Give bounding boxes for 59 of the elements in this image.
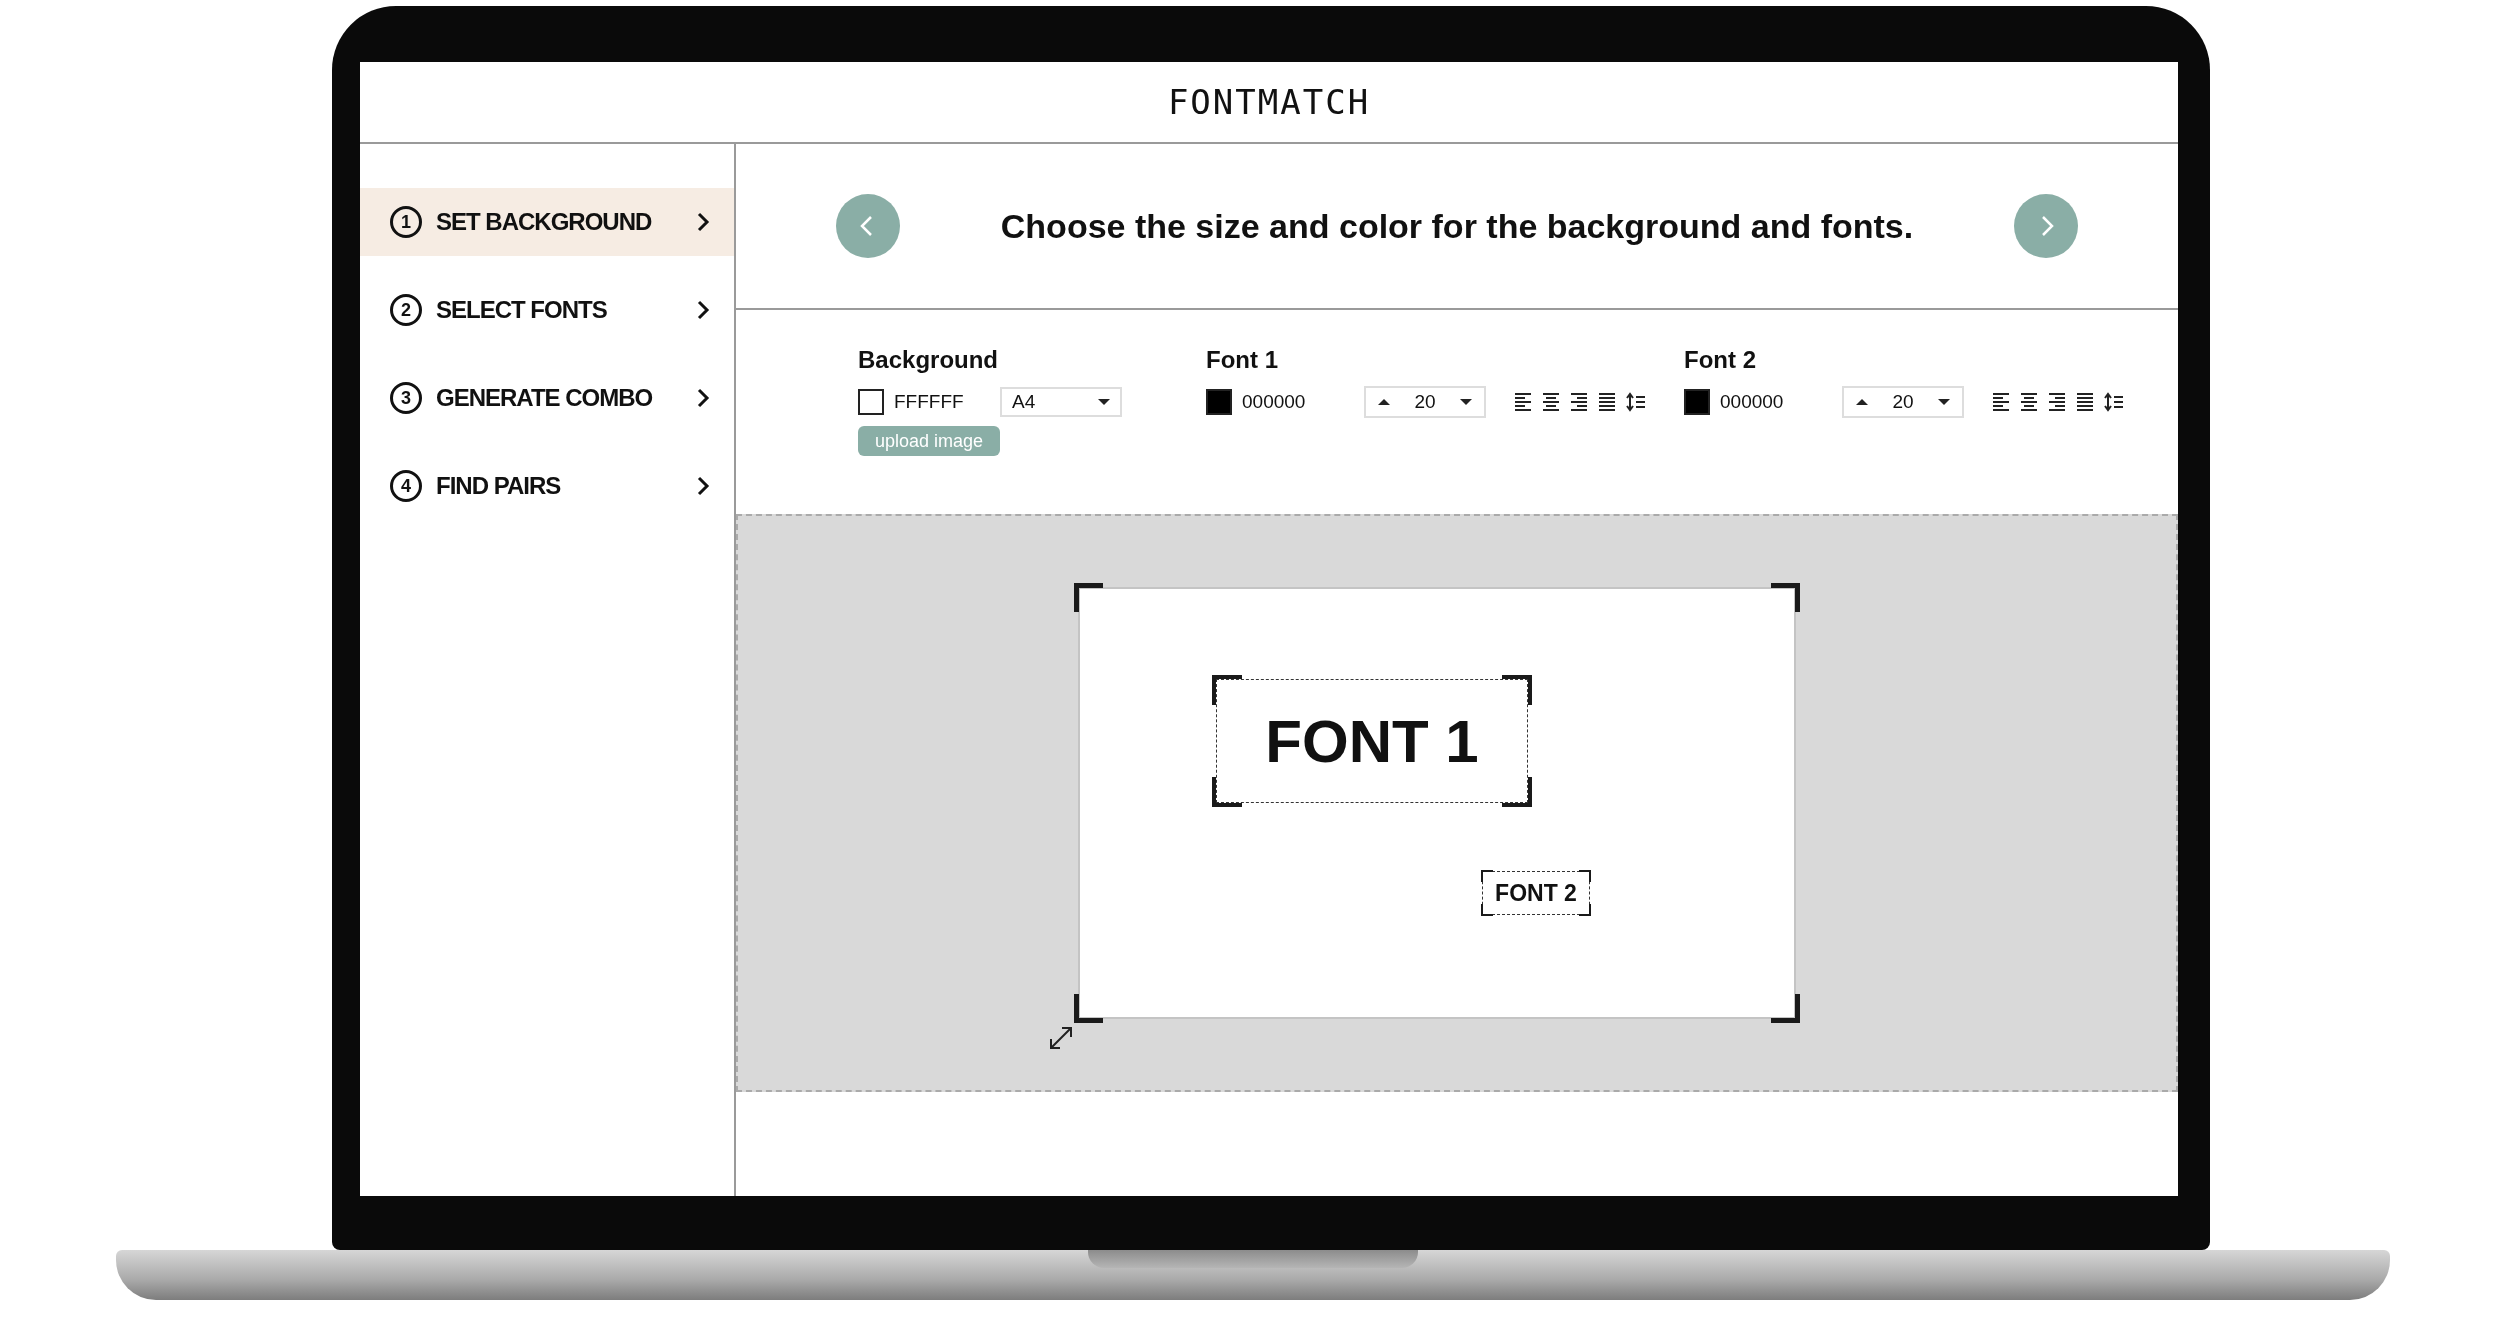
align-left-icon[interactable] [1992, 392, 2010, 412]
group-label: Font 2 [1684, 346, 1757, 374]
corner-handle-icon[interactable] [1212, 675, 1242, 705]
align-justify-icon[interactable] [2076, 392, 2094, 412]
align-right-icon[interactable] [2048, 392, 2066, 412]
step-label: SELECT FONTS [436, 296, 608, 324]
color-swatch[interactable] [1206, 389, 1232, 415]
step-label: GENERATE COMBO [436, 384, 654, 412]
sidebar-item[interactable]: 3 GENERATE COMBO [360, 364, 734, 432]
color-hex-value: 000000 [1720, 391, 1785, 413]
step-number: 1 [390, 206, 422, 238]
step-label: SET BACKGROUND [436, 208, 653, 236]
chevron-right-icon [696, 211, 710, 233]
step-label: FIND PAIRS [436, 472, 562, 500]
corner-handle-icon[interactable] [1502, 777, 1532, 807]
sidebar-item[interactable]: 1 SET BACKGROUND [360, 188, 734, 256]
corner-handle-icon[interactable] [1212, 777, 1242, 807]
chevron-right-icon [696, 475, 710, 497]
group-label: Font 1 [1206, 346, 1279, 374]
sidebar-item[interactable]: 4 FIND PAIRS [360, 452, 734, 520]
caret-up-icon [1856, 399, 1868, 405]
step-number: 2 [390, 294, 422, 326]
color-swatch[interactable] [858, 389, 884, 415]
instruction-text: Choose the size and color for the background and fonts. [999, 206, 1915, 246]
step-number: 4 [390, 470, 422, 502]
caret-icon [1098, 399, 1110, 405]
corner-handle-icon[interactable] [1074, 583, 1103, 612]
corner-handle-icon[interactable] [1771, 994, 1800, 1023]
align-center-icon[interactable] [1542, 392, 1560, 412]
group-label: Background [858, 346, 999, 374]
align-justify-icon[interactable] [1598, 392, 1616, 412]
paper-size-dropdown[interactable]: A4 [1000, 387, 1122, 417]
caret-up-icon [1378, 399, 1390, 405]
corner-handle-icon[interactable] [1481, 904, 1493, 916]
corner-handle-icon[interactable] [1074, 994, 1103, 1023]
color-swatch[interactable] [1684, 389, 1710, 415]
text-box[interactable]: FONT 2 [1482, 871, 1590, 915]
chevron-right-icon [696, 299, 710, 321]
align-center-icon[interactable] [2020, 392, 2038, 412]
app-title: FONTMATCH [1167, 82, 1371, 122]
corner-handle-icon[interactable] [1502, 675, 1532, 705]
corner-handle-icon[interactable] [1579, 904, 1591, 916]
resize-arrow-icon[interactable] [1048, 1025, 1074, 1051]
align-right-icon[interactable] [1570, 392, 1588, 412]
align-left-icon[interactable] [1514, 392, 1532, 412]
font-size-stepper[interactable]: 20 [1364, 386, 1486, 418]
corner-handle-icon[interactable] [1481, 870, 1493, 882]
chevron-right-icon [696, 387, 710, 409]
color-hex-value: 000000 [1242, 391, 1307, 413]
sidebar-item[interactable]: 2 SELECT FONTS [360, 276, 734, 344]
caret-down-icon [1460, 399, 1472, 405]
corner-handle-icon[interactable] [1771, 583, 1800, 612]
font-size-stepper[interactable]: 20 [1842, 386, 1964, 418]
color-hex-value: FFFFFF [894, 391, 965, 413]
step-number: 3 [390, 382, 422, 414]
line-spacing-icon[interactable] [1626, 392, 1646, 412]
caret-down-icon [1938, 399, 1950, 405]
corner-handle-icon[interactable] [1579, 870, 1591, 882]
line-spacing-icon[interactable] [2104, 392, 2124, 412]
